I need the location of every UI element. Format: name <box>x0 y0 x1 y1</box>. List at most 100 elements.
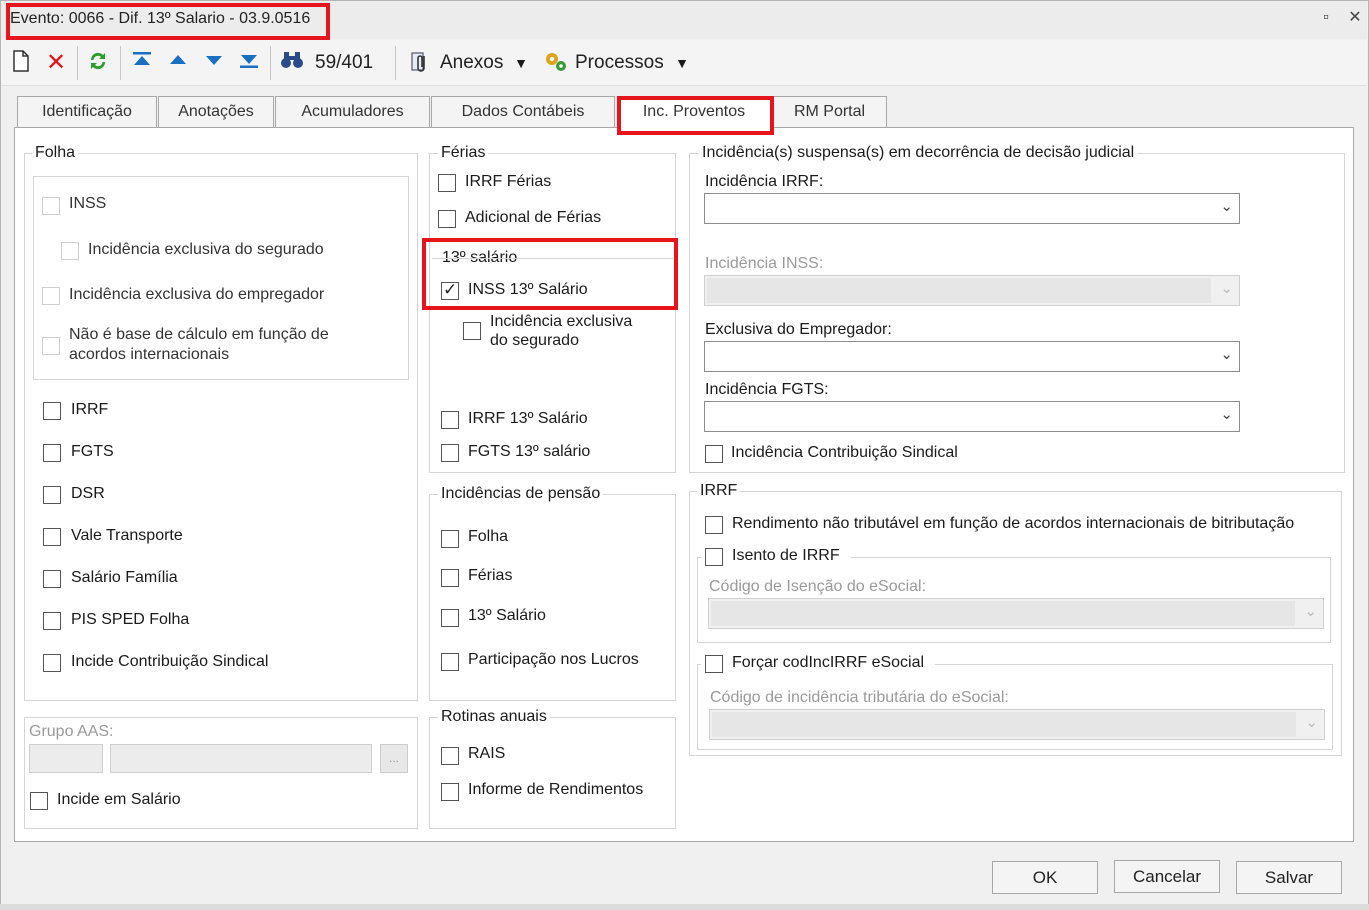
adicional-ferias-label: Adicional de Férias <box>465 209 602 226</box>
close-icon[interactable]: ✕ <box>1345 8 1365 28</box>
inc-empregador-label: Incidência exclusiva do empregador <box>69 286 325 303</box>
pensao-ferias-checkbox[interactable] <box>441 569 459 587</box>
previous-record-icon[interactable] <box>166 50 190 76</box>
inc-segurado-label: Incidência exclusiva do segurado <box>88 241 324 258</box>
decimo-highlight <box>422 238 678 310</box>
contrib-sindical-checkbox[interactable] <box>43 654 61 672</box>
pensao-13-checkbox[interactable] <box>441 609 459 627</box>
pensao-13-label: 13º Salário <box>468 607 546 624</box>
anexos-dropdown-icon[interactable]: ▼ <box>513 50 529 76</box>
inc-excl-segurado-checkbox[interactable] <box>463 322 481 340</box>
toolbar-separator <box>120 46 121 80</box>
fgts-label: FGTS <box>71 443 114 460</box>
contrib-sindical-suspensa-checkbox[interactable] <box>705 445 723 463</box>
irrf-13-checkbox[interactable] <box>441 411 459 429</box>
irrf-group-title: IRRF <box>697 482 741 500</box>
cod-incidencia-select[interactable]: ⌄ <box>709 709 1325 740</box>
rotinas-group-title: Rotinas anuais <box>438 708 550 726</box>
forcar-codinc-checkbox[interactable] <box>705 655 723 673</box>
window-bottom-edge <box>0 904 1369 910</box>
rais-checkbox[interactable] <box>441 747 459 765</box>
refresh-icon[interactable] <box>86 50 110 76</box>
pensao-lucros-checkbox[interactable] <box>441 653 459 671</box>
incide-salario-checkbox[interactable] <box>30 792 48 810</box>
incidencia-fgts-select[interactable]: ⌄ <box>704 401 1240 432</box>
ferias-group-title: Férias <box>438 144 489 162</box>
chevron-down-icon: ⌄ <box>1220 280 1233 297</box>
nao-base-label-line2: acordos internacionais <box>69 346 230 363</box>
tab-dados-contabeis[interactable]: Dados Contábeis <box>431 96 615 128</box>
pis-sped-label: PIS SPED Folha <box>71 611 190 628</box>
tab-identificacao[interactable]: Identificação <box>17 96 157 128</box>
inss-label: INSS <box>69 195 107 212</box>
incidencia-inss-select[interactable]: ⌄ <box>704 275 1240 306</box>
incide-salario-label: Incide em Salário <box>57 791 181 808</box>
ok-button[interactable]: OK <box>992 861 1098 894</box>
tab-rm-portal[interactable]: RM Portal <box>772 96 887 128</box>
chevron-down-icon: ⌄ <box>1220 198 1233 215</box>
fgts-13-label: FGTS 13º salário <box>468 443 591 460</box>
chevron-down-icon: ⌄ <box>1220 346 1233 363</box>
vale-transporte-label: Vale Transporte <box>71 527 183 544</box>
chevron-down-icon: ⌄ <box>1305 714 1318 731</box>
tab-acumuladores[interactable]: Acumuladores <box>275 96 430 128</box>
inc-segurado-checkbox[interactable] <box>61 242 79 260</box>
irrf-ferias-checkbox[interactable] <box>438 174 456 192</box>
vale-transporte-checkbox[interactable] <box>43 528 61 546</box>
salario-familia-checkbox[interactable] <box>43 570 61 588</box>
cancel-button[interactable]: Cancelar <box>1114 860 1220 893</box>
pensao-group-title: Incidências de pensão <box>438 485 604 503</box>
incidencia-irrf-select[interactable]: ⌄ <box>704 193 1240 224</box>
anexos-button[interactable]: Anexos <box>440 50 503 76</box>
forcar-codinc-label: Forçar codIncIRRF eSocial <box>732 654 925 671</box>
informe-checkbox[interactable] <box>441 783 459 801</box>
processos-dropdown-icon[interactable]: ▼ <box>674 50 690 76</box>
cod-isencao-select[interactable]: ⌄ <box>708 598 1324 629</box>
delete-icon[interactable]: ✕ <box>45 50 67 76</box>
folha-group-title: Folha <box>32 144 79 162</box>
cod-incidencia-label: Código de incidência tributária do eSoci… <box>710 689 1009 706</box>
isento-irrf-checkbox[interactable] <box>705 548 723 566</box>
irrf-checkbox[interactable] <box>43 402 61 420</box>
toolbar-separator <box>77 46 78 80</box>
exclusiva-empregador-select[interactable]: ⌄ <box>704 341 1240 372</box>
grupo-aas-lookup-button[interactable]: ... <box>380 744 408 773</box>
pensao-folha-checkbox[interactable] <box>441 530 459 548</box>
inc-excl-segurado-label-line1: Incidência exclusiva <box>490 313 633 330</box>
restore-icon[interactable]: ▫ <box>1316 8 1336 28</box>
nao-base-checkbox[interactable] <box>42 337 60 355</box>
rais-label: RAIS <box>468 745 506 762</box>
nao-base-label-line1: Não é base de cálculo em função de <box>69 326 329 343</box>
new-document-icon[interactable] <box>10 50 32 76</box>
inc-empregador-checkbox[interactable] <box>42 287 60 305</box>
fgts-checkbox[interactable] <box>43 444 61 462</box>
rotinas-group <box>429 717 676 829</box>
tab-anotacoes[interactable]: Anotações <box>158 96 274 128</box>
irrf-13-label: IRRF 13º Salário <box>468 410 588 427</box>
incidencia-inss-label: Incidência INSS: <box>705 255 824 272</box>
grupo-aas-code-input[interactable] <box>29 744 103 773</box>
processos-button[interactable]: Processos <box>575 50 664 76</box>
contrib-sindical-label: Incide Contribuição Sindical <box>71 653 269 670</box>
grupo-aas-desc-input[interactable] <box>110 744 372 773</box>
binoculars-icon[interactable] <box>278 50 306 76</box>
pensao-group <box>429 494 676 701</box>
pensao-lucros-label: Participação nos Lucros <box>468 651 639 668</box>
incidencia-irrf-label: Incidência IRRF: <box>705 173 824 190</box>
inss-checkbox[interactable] <box>42 197 60 215</box>
window-title: Evento: 0066 - Dif. 13º Salario - 03.9.0… <box>10 10 311 27</box>
first-record-icon[interactable] <box>130 50 154 76</box>
gears-icon[interactable] <box>542 50 570 76</box>
exclusiva-empregador-label: Exclusiva do Empregador: <box>705 321 892 338</box>
save-button[interactable]: Salvar <box>1236 861 1342 894</box>
adicional-ferias-checkbox[interactable] <box>438 210 456 228</box>
incidencia-fgts-label: Incidência FGTS: <box>705 381 829 398</box>
fgts-13-checkbox[interactable] <box>441 444 459 462</box>
inc-excl-segurado-label-line2: do segurado <box>490 332 579 349</box>
next-record-icon[interactable] <box>202 50 226 76</box>
rendimento-nao-tributavel-checkbox[interactable] <box>705 516 723 534</box>
dsr-checkbox[interactable] <box>43 486 61 504</box>
last-record-icon[interactable] <box>237 50 261 76</box>
pis-sped-checkbox[interactable] <box>43 612 61 630</box>
paperclip-icon[interactable] <box>406 50 434 76</box>
